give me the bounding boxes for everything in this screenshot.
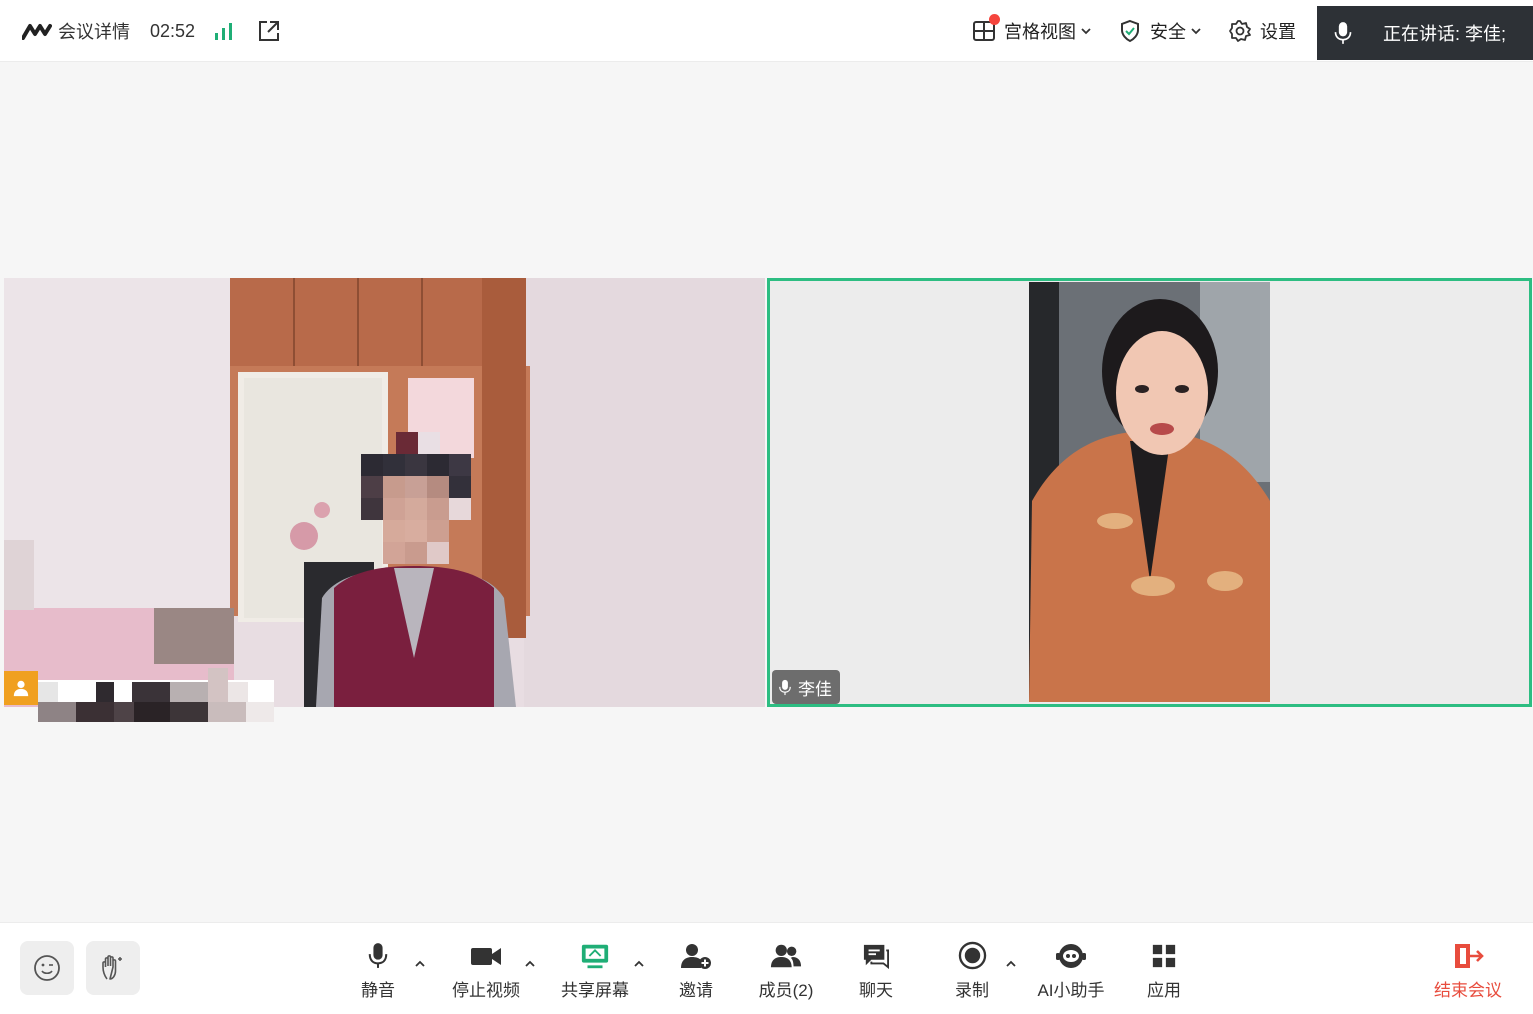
add-user-icon bbox=[680, 941, 712, 970]
exit-icon bbox=[1452, 941, 1484, 970]
participant-name-badge bbox=[4, 671, 38, 705]
microphone-icon bbox=[362, 941, 394, 970]
mute-label: 静音 bbox=[361, 981, 395, 1000]
invite-button[interactable]: 邀请 bbox=[677, 941, 715, 1001]
users-icon bbox=[770, 941, 802, 970]
microphone-icon bbox=[779, 679, 791, 695]
settings-button[interactable]: 设置 bbox=[1228, 18, 1296, 44]
raise-hand-icon bbox=[102, 955, 122, 980]
members-button[interactable]: 成员(2) bbox=[758, 941, 814, 1001]
meeting-details-link[interactable]: 会议详情 bbox=[58, 18, 130, 44]
participant-name-badge: 李佳 bbox=[772, 670, 840, 704]
chevron-up-icon[interactable] bbox=[633, 959, 645, 969]
chevron-up-icon[interactable] bbox=[414, 959, 426, 969]
popout-window-icon[interactable] bbox=[257, 19, 281, 43]
apps-button[interactable]: 应用 bbox=[1145, 941, 1183, 1001]
ai-assistant-button[interactable]: AI小助手 bbox=[1037, 941, 1105, 1001]
record-icon bbox=[956, 941, 988, 970]
notification-dot bbox=[989, 14, 1000, 25]
stop-video-button[interactable]: 停止视频 bbox=[452, 941, 520, 1001]
meeting-timer: 02:52 bbox=[150, 20, 196, 41]
active-speaker-label: 正在讲话: 李佳; bbox=[1383, 24, 1507, 44]
security-button[interactable]: 安全 bbox=[1118, 18, 1202, 44]
chat-button[interactable]: 聊天 bbox=[857, 941, 895, 1001]
video-tile-participant-1[interactable] bbox=[4, 278, 765, 707]
ai-assistant-label: AI小助手 bbox=[1037, 981, 1105, 1000]
share-screen-label: 共享屏幕 bbox=[561, 981, 629, 1000]
members-label: 成员(2) bbox=[758, 981, 814, 1000]
bottom-toolbar: 静音 停止视频 共享屏幕 邀请 成员(2) 聊天 录制 AI小助手 应用 结束会… bbox=[0, 922, 1533, 1014]
chevron-down-icon bbox=[1191, 28, 1201, 35]
raise-hand-button[interactable] bbox=[86, 941, 140, 995]
top-bar-left: 会议详情 02:52 bbox=[22, 0, 281, 62]
participant-name: 李佳 bbox=[798, 679, 832, 699]
chat-label: 聊天 bbox=[859, 981, 893, 1000]
microphone-icon bbox=[1317, 6, 1369, 60]
top-bar-right: 宫格视图 安全 设置 bbox=[972, 0, 1322, 62]
record-label: 录制 bbox=[955, 981, 989, 1000]
grid-view-button[interactable]: 宫格视图 bbox=[972, 14, 1092, 44]
reaction-button[interactable] bbox=[20, 941, 74, 995]
share-screen-button[interactable]: 共享屏幕 bbox=[561, 941, 629, 1001]
stop-video-label: 停止视频 bbox=[452, 981, 520, 1000]
end-meeting-button[interactable]: 结束会议 bbox=[1434, 941, 1502, 1001]
chat-icon bbox=[860, 941, 892, 970]
active-speaker-indicator: 正在讲话: 李佳; bbox=[1317, 6, 1533, 60]
participant-video-feed bbox=[770, 281, 1529, 704]
grid-view-label: 宫格视图 bbox=[1004, 22, 1076, 42]
settings-label: 设置 bbox=[1260, 22, 1296, 42]
pixelated-participant-name bbox=[38, 668, 274, 722]
shield-check-icon bbox=[1118, 19, 1142, 43]
apps-grid-icon bbox=[1148, 941, 1180, 970]
video-camera-icon bbox=[470, 941, 502, 970]
end-meeting-label: 结束会议 bbox=[1434, 981, 1502, 1000]
ai-robot-icon bbox=[1055, 941, 1087, 970]
top-bar: 会议详情 02:52 宫格视图 安全 设置 正在讲话: 李佳; bbox=[0, 0, 1533, 62]
chevron-down-icon bbox=[1081, 28, 1091, 35]
apps-label: 应用 bbox=[1147, 981, 1181, 1000]
grid-view-icon bbox=[972, 14, 1000, 43]
chevron-up-icon[interactable] bbox=[524, 959, 536, 969]
participant-video-feed bbox=[4, 278, 765, 707]
record-button[interactable]: 录制 bbox=[953, 941, 991, 1001]
gear-icon bbox=[1228, 19, 1252, 43]
video-tile-participant-2[interactable]: 李佳 bbox=[767, 278, 1532, 707]
mute-button[interactable]: 静音 bbox=[358, 941, 398, 1001]
smiley-wink-icon bbox=[34, 955, 60, 981]
network-signal-icon[interactable] bbox=[213, 21, 235, 41]
chevron-up-icon[interactable] bbox=[1005, 959, 1017, 969]
invite-label: 邀请 bbox=[679, 981, 713, 1000]
security-label: 安全 bbox=[1150, 22, 1186, 42]
app-logo-icon bbox=[22, 24, 52, 40]
user-icon bbox=[4, 671, 38, 705]
share-screen-icon bbox=[579, 941, 611, 970]
